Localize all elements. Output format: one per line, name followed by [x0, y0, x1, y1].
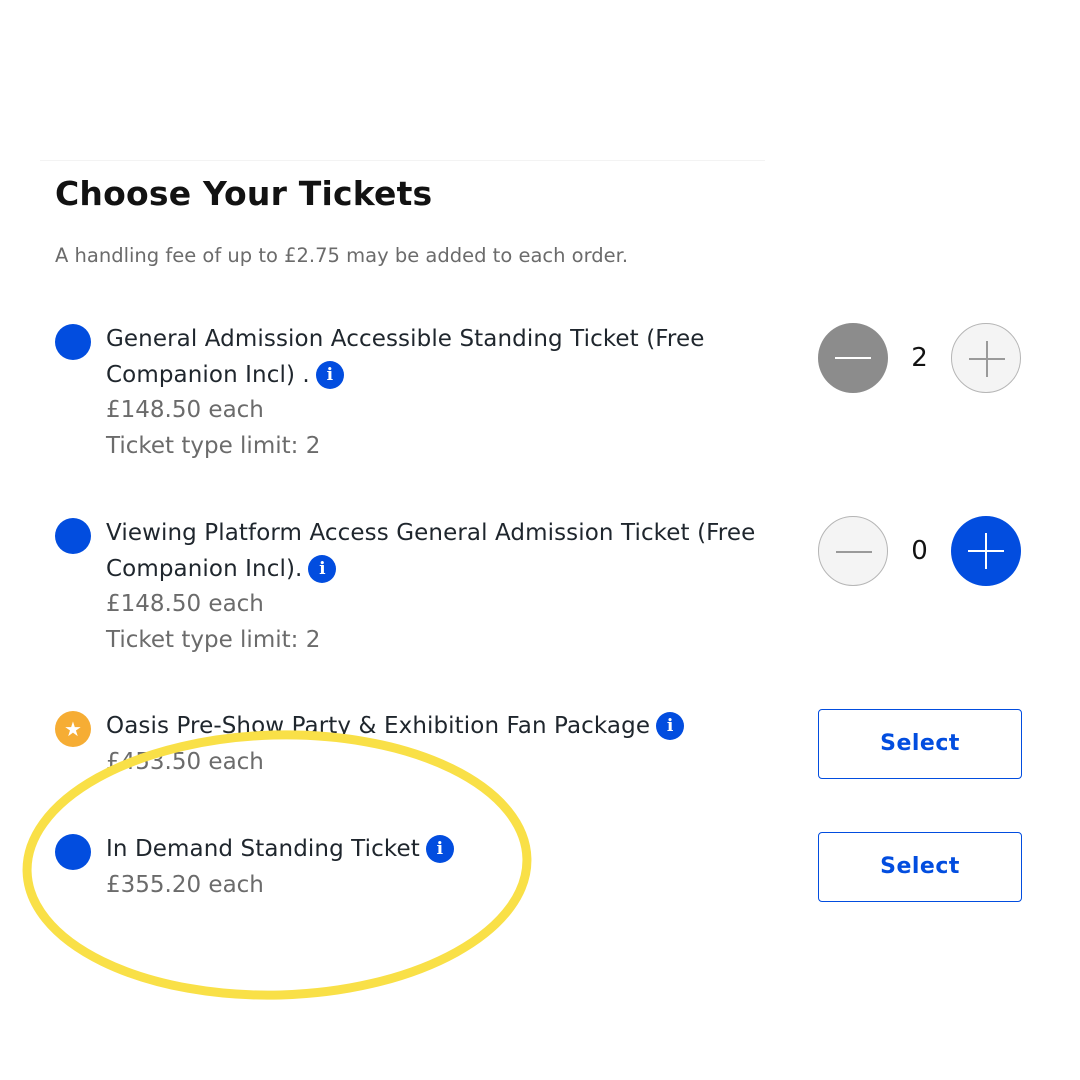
- ticket-details: In Demand Standing Ticket i £355.20 each: [106, 832, 806, 903]
- quantity-value: 2: [911, 343, 928, 373]
- increase-quantity-button[interactable]: [951, 323, 1021, 393]
- ticket-price: £148.50 each: [106, 591, 264, 617]
- ticket-details: General Admission Accessible Standing Ti…: [106, 322, 806, 464]
- top-divider: [40, 160, 765, 161]
- ticket-name: Viewing Platform Access General Admissio…: [106, 516, 806, 587]
- increase-quantity-button[interactable]: [951, 516, 1021, 586]
- ticket-price: £148.50 each: [106, 397, 264, 423]
- quantity-stepper: 2: [818, 323, 1022, 393]
- star-icon: ★: [55, 711, 91, 747]
- ticket-details: Oasis Pre-Show Party & Exhibition Fan Pa…: [106, 709, 806, 780]
- ticket-details: Viewing Platform Access General Admissio…: [106, 516, 806, 658]
- ticket-name-text: In Demand Standing Ticket: [106, 836, 420, 862]
- ticket-name: In Demand Standing Ticket i: [106, 832, 806, 868]
- info-icon[interactable]: i: [425, 835, 454, 863]
- ticket-price: £355.20 each: [106, 871, 264, 898]
- decrease-quantity-button[interactable]: [818, 516, 888, 586]
- ticket-name-text: General Admission Accessible Standing Ti…: [106, 326, 705, 388]
- ticket-limit: Ticket type limit: 2: [106, 626, 321, 653]
- ticket-name: General Admission Accessible Standing Ti…: [106, 322, 756, 393]
- ticket-type-dot-icon: [55, 324, 91, 360]
- handling-fee-note: A handling fee of up to £2.75 may be add…: [55, 244, 629, 267]
- quantity-value: 0: [911, 536, 928, 566]
- select-in-demand-button[interactable]: Select: [818, 832, 1022, 902]
- plus-icon: [985, 533, 987, 569]
- minus-icon: [835, 357, 871, 359]
- plus-icon: [986, 341, 988, 377]
- ticket-price: £453.50 each: [106, 748, 264, 775]
- ticket-type-dot-icon: [55, 834, 91, 870]
- ticket-name: Oasis Pre-Show Party & Exhibition Fan Pa…: [106, 709, 806, 745]
- quantity-stepper: 0: [818, 516, 1022, 586]
- info-icon[interactable]: i: [308, 554, 337, 583]
- info-icon[interactable]: i: [315, 360, 344, 389]
- ticket-limit: Ticket type limit: 2: [106, 432, 321, 459]
- ticket-name-text: Viewing Platform Access General Admissio…: [106, 520, 756, 582]
- select-fan-package-button[interactable]: Select: [818, 709, 1022, 779]
- page-title: Choose Your Tickets: [55, 174, 433, 213]
- ticket-name-text: Oasis Pre-Show Party & Exhibition Fan Pa…: [106, 713, 651, 739]
- decrease-quantity-button[interactable]: [818, 323, 888, 393]
- minus-icon: [836, 551, 872, 553]
- ticket-type-dot-icon: [55, 518, 91, 554]
- info-icon[interactable]: i: [656, 712, 685, 740]
